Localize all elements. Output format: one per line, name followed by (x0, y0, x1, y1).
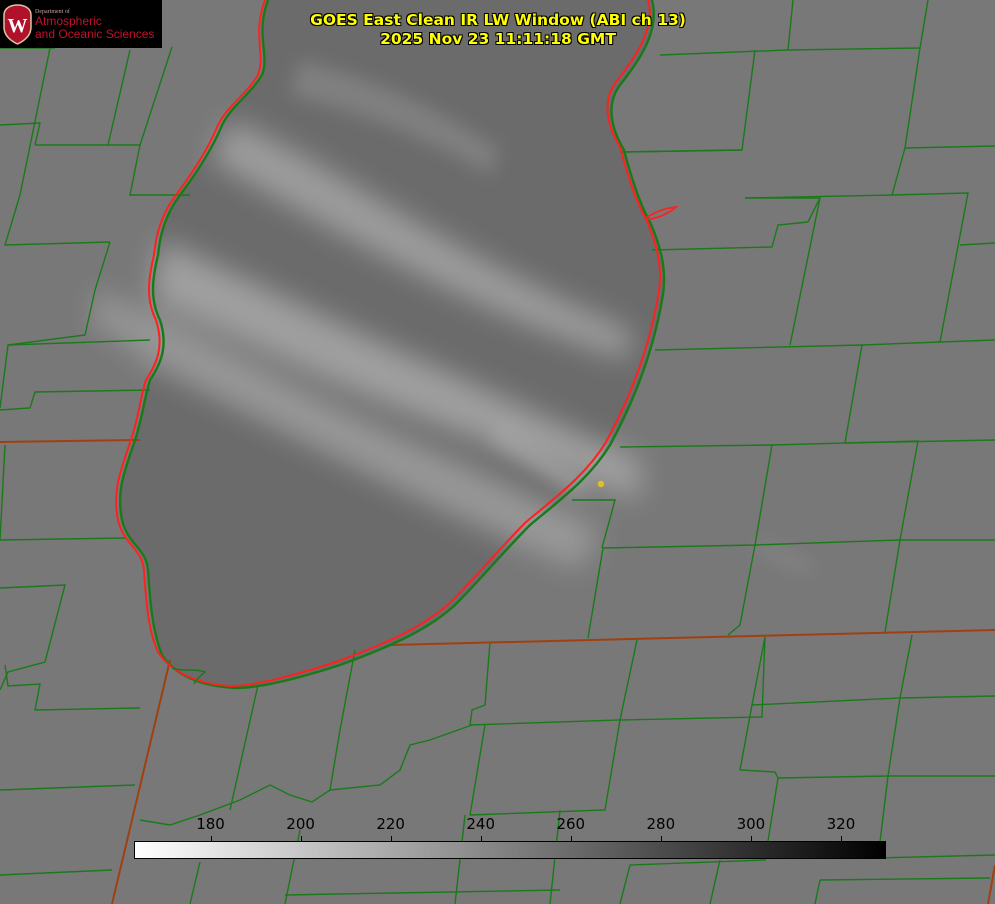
university-seal-icon: W (3, 4, 32, 45)
satellite-map (0, 0, 995, 904)
seal-letter: W (8, 15, 28, 37)
title-line-1: GOES East Clean IR LW Window (ABI ch 13) (310, 11, 686, 29)
satellite-image-viewer: W Department of Atmospheric and Oceanic … (0, 0, 995, 904)
logo-name-line-2: and Oceanic Sciences (35, 27, 155, 41)
title-line-2: 2025 Nov 23 11:11:18 GMT (380, 30, 616, 48)
temperature-colorbar (134, 841, 886, 859)
image-title: GOES East Clean IR LW Window (ABI ch 13)… (248, 11, 748, 49)
station-marker (597, 480, 605, 488)
logo-banner: W Department of Atmospheric and Oceanic … (0, 0, 162, 48)
